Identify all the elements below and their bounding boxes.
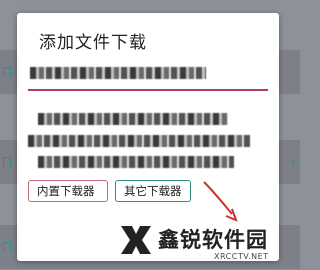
redacted-text bbox=[38, 113, 228, 125]
redacted-text bbox=[38, 156, 234, 168]
brand-x-logo-icon bbox=[121, 226, 151, 254]
url-input-underline bbox=[28, 89, 268, 91]
internal-downloader-button[interactable]: 内置下载器 bbox=[28, 180, 108, 202]
watermark: 鑫锐软件园 XRCCTV.NET bbox=[118, 218, 298, 268]
dialog-title: 添加文件下载 bbox=[39, 33, 147, 53]
watermark-name: 鑫锐软件园 bbox=[158, 228, 268, 252]
redacted-text bbox=[28, 135, 250, 147]
chevron-right-icon: › bbox=[290, 155, 296, 171]
bookmark-icon bbox=[2, 157, 11, 170]
bookmark-icon bbox=[2, 67, 11, 80]
url-input[interactable] bbox=[28, 57, 268, 87]
other-downloader-button[interactable]: 其它下载器 bbox=[115, 180, 191, 202]
bookmark-icon bbox=[2, 242, 11, 255]
file-info bbox=[28, 105, 268, 175]
watermark-site: XRCCTV.NET bbox=[214, 252, 269, 261]
